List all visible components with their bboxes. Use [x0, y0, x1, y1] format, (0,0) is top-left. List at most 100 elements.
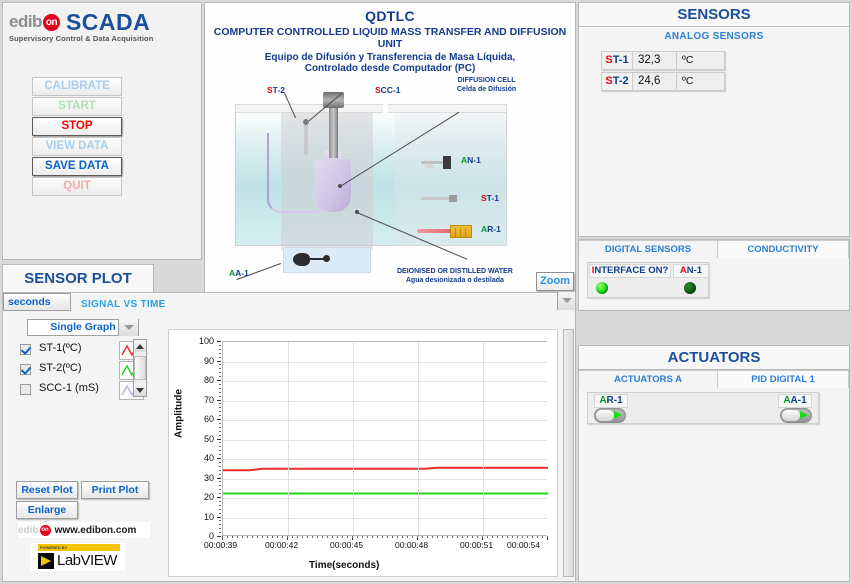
chart-y-minor-tick [219, 426, 221, 428]
enlarge-plot-button[interactable]: Enlarge Plot [16, 501, 78, 532]
tab-conductivity[interactable]: CONDUCTIVITY [717, 240, 849, 258]
chart-plot-area[interactable] [222, 341, 548, 536]
chart-y-tick-mark [217, 360, 221, 362]
logo-tagline: Supervisory Control & Data Acquisition [9, 34, 154, 43]
channel-row-st2[interactable]: ST-2(ºC) [20, 361, 144, 381]
graph-mode-select[interactable]: Single Graph [27, 319, 139, 336]
chart-x-axis-label: Time(seconds) [309, 560, 380, 571]
tab-actuators-a[interactable]: ACTUATORS A [579, 370, 717, 388]
chart-x-minor-tick [437, 536, 438, 538]
chart-x-minor-tick [522, 536, 523, 538]
time-unit-value: seconds [8, 296, 51, 308]
sensor-plot-panel: SIGNAL VS TIME Single Graph ST-1(ºC) ST-… [2, 292, 576, 582]
stop-button[interactable]: STOP [32, 117, 122, 136]
zoom-button[interactable]: Zoom [536, 272, 574, 291]
quit-button[interactable]: QUIT [32, 177, 122, 196]
chart-x-minor-tick [242, 536, 243, 538]
chart-series-ST-1(ºC) [223, 466, 548, 472]
channel-row-scc1[interactable]: SCC-1 (mS) [20, 381, 144, 401]
chart-y-minor-tick [219, 504, 221, 506]
chart-y-minor-tick [219, 454, 221, 456]
chart-x-minor-tick [327, 536, 328, 538]
actuators-tab[interactable]: ACTUATORS [578, 345, 850, 371]
chart-x-minor-tick [472, 536, 473, 538]
chart-y-tick-label: 60 [203, 414, 214, 424]
chart-y-minor-tick [219, 485, 221, 487]
chart-y-minor-tick [219, 383, 221, 385]
checkbox-scc1[interactable] [20, 384, 31, 395]
sensor-row-st2: ST-2 24,6 ºC [601, 72, 725, 91]
chevron-down-icon[interactable] [557, 292, 575, 310]
chart-y-minor-tick [219, 372, 221, 374]
chart-y-tick-mark [217, 341, 221, 342]
chart-x-minor-tick [282, 536, 283, 538]
digital-sensors-panel: DIGITAL SENSORS CONDUCTIVITY INTERFACE O… [578, 239, 850, 311]
chart-x-minor-tick [497, 536, 498, 538]
chart-x-minor-tick [532, 536, 533, 538]
tab-pid-digital-1[interactable]: PID DIGITAL 1 [717, 370, 849, 388]
chart-x-minor-tick [247, 536, 248, 538]
channel-list-scrollbar[interactable] [133, 339, 147, 397]
sensor-name-st1: ST-1 [601, 51, 633, 70]
chart-y-minor-tick [219, 434, 221, 436]
unit-title: QDTLC COMPUTER CONTROLLED LIQUID MASS TR… [205, 3, 575, 74]
sensor-name-st2: ST-2 [601, 72, 633, 91]
label-scc1: SCC-1 [375, 85, 401, 95]
scroll-up-icon[interactable] [134, 340, 146, 352]
chart-x-tick-label: 00:00:51 [460, 540, 494, 550]
chart-y-minor-tick [219, 493, 221, 495]
chart-x-minor-tick [357, 536, 358, 538]
chart-y-tick-label: 80 [203, 375, 214, 385]
sensor-plot-title: SENSOR PLOT [24, 270, 132, 287]
print-plot-button[interactable]: Print Plot [81, 481, 149, 499]
sensor-plot-tab[interactable]: SENSOR PLOT [2, 264, 154, 293]
chart-y-tick-mark [217, 516, 221, 518]
channel-label-st1: ST-1(ºC) [39, 342, 82, 354]
chart-x-minor-tick [387, 536, 388, 538]
chart-x-minor-tick [432, 536, 433, 538]
start-button[interactable]: START [32, 97, 122, 116]
chart-gridline-h [223, 478, 547, 480]
digital-tabbar: DIGITAL SENSORS CONDUCTIVITY [579, 240, 849, 258]
chart-y-minor-tick [219, 508, 221, 510]
channel-label-scc1: SCC-1 (mS) [39, 382, 99, 394]
chart-y-minor-tick [219, 524, 221, 526]
scroll-down-icon[interactable] [134, 384, 146, 396]
chevron-down-icon[interactable] [118, 319, 138, 336]
chart-y-tick-mark [217, 497, 221, 498]
tab-digital-sensors[interactable]: DIGITAL SENSORS [579, 240, 717, 258]
edibon-url-word: edib [18, 524, 39, 536]
unit-title-es-line1: Equipo de Difusión y Transferencia de Ma… [264, 52, 516, 63]
chart-vertical-scrollbar[interactable] [563, 329, 574, 577]
sensors-title: SENSORS [677, 6, 751, 23]
chart-x-minor-tick [417, 536, 418, 538]
chart-x-minor-tick [407, 536, 408, 538]
label-aa1: AA-1 [229, 268, 249, 278]
save-data-button[interactable]: SAVE DATA [32, 157, 122, 176]
checkbox-st1[interactable] [20, 344, 31, 355]
sensor-unit-st2: ºC [677, 72, 725, 91]
chart-y-axis-label: Amplitude [173, 389, 185, 438]
aa1-toggle[interactable] [780, 408, 812, 423]
reset-plot-button[interactable]: Reset Plot [16, 481, 78, 499]
chart-x-minor-tick [412, 536, 413, 538]
view-data-button[interactable]: VIEW DATA [32, 137, 122, 156]
ar1-toggle[interactable] [594, 408, 626, 423]
chart-gridline-h [223, 420, 547, 421]
edibon-wordmark: edib on [9, 12, 61, 32]
chart-x-minor-tick [367, 536, 368, 538]
chart-x-minor-tick [377, 536, 378, 538]
channel-row-st1[interactable]: ST-1(ºC) [20, 341, 144, 361]
time-unit-select[interactable]: seconds [3, 292, 575, 311]
chart-x-minor-tick [427, 536, 428, 538]
scrollbar-thumb[interactable] [134, 356, 146, 380]
channel-label-st2: ST-2(ºC) [39, 362, 82, 374]
chart-x-minor-tick [502, 536, 503, 538]
sensors-tab[interactable]: SENSORS [578, 2, 850, 28]
checkbox-st2[interactable] [20, 364, 31, 375]
chart-x-minor-tick [267, 536, 268, 538]
sensor-value-st1: 32,3 [633, 51, 677, 70]
calibrate-button[interactable]: CALIBRATE [32, 77, 122, 96]
chart-gridline-h [223, 459, 547, 460]
chart-y-tick-label: 30 [203, 472, 214, 483]
